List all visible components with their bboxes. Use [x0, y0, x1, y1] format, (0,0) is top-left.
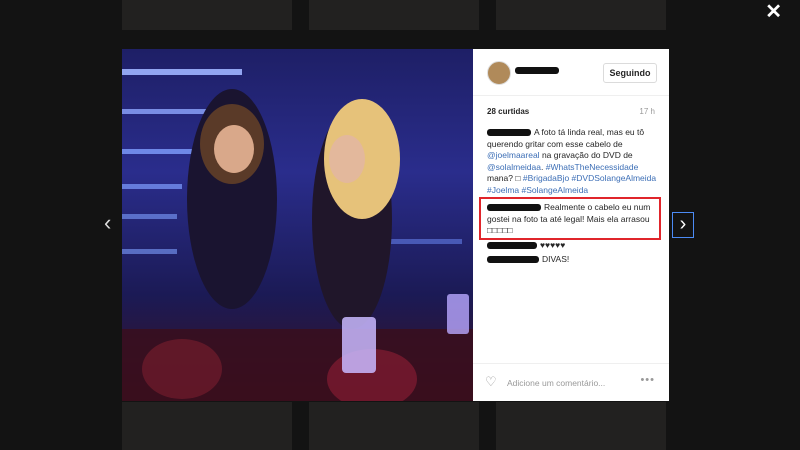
list-item: ♥♥♥♥♥	[487, 240, 663, 252]
mention-link[interactable]: @solalmeidaa	[487, 162, 541, 172]
red-highlight-box	[479, 197, 661, 240]
hashtag-link[interactable]: #WhatsTheNecessidade	[546, 162, 639, 172]
hashtag-link[interactable]: #Joelma	[487, 185, 519, 195]
caption-text: A foto tá linda real, mas eu tô querendo…	[487, 127, 656, 195]
avatar[interactable]	[487, 61, 511, 85]
redacted-username[interactable]	[487, 256, 539, 264]
comment-bar: ♡ Adicione um comentário... •••	[473, 363, 669, 402]
mention-link[interactable]: @joelmaareal	[487, 150, 540, 160]
caption-segment: na gravação do DVD de	[539, 150, 633, 160]
add-comment-input[interactable]: Adicione um comentário...	[507, 378, 605, 388]
caption-segment: mana? □	[487, 173, 523, 183]
close-icon[interactable]: ✕	[765, 2, 782, 22]
post-time[interactable]: 17 h	[639, 107, 655, 116]
comment-text: DIVAS!	[542, 254, 570, 264]
next-arrow-icon[interactable]: ›	[672, 212, 694, 238]
heart-icon[interactable]: ♡	[485, 374, 497, 390]
following-button[interactable]: Seguindo	[603, 63, 657, 83]
post-photo	[122, 49, 473, 401]
likes-count[interactable]: 28 curtidas	[487, 107, 529, 116]
redacted-username[interactable]	[487, 241, 537, 249]
hashtag-link[interactable]: #BrigadaBjo	[523, 173, 569, 183]
list-item: DIVAS!	[487, 254, 663, 266]
post-header: Seguindo	[473, 49, 669, 96]
caption: A foto tá linda real, mas eu tô querendo…	[487, 127, 663, 196]
more-options-icon[interactable]: •••	[640, 374, 655, 386]
redacted-username[interactable]	[487, 129, 531, 137]
comment-text: ♥♥♥♥♥	[540, 239, 566, 250]
concert-photo-illustration	[122, 69, 473, 401]
hashtag-link[interactable]: #SolangeAlmeida	[522, 185, 589, 195]
redacted-username[interactable]	[515, 67, 559, 74]
prev-arrow-icon[interactable]: ‹	[104, 212, 111, 234]
hashtag-link[interactable]: #DVDSolangeAlmeida	[572, 173, 657, 183]
